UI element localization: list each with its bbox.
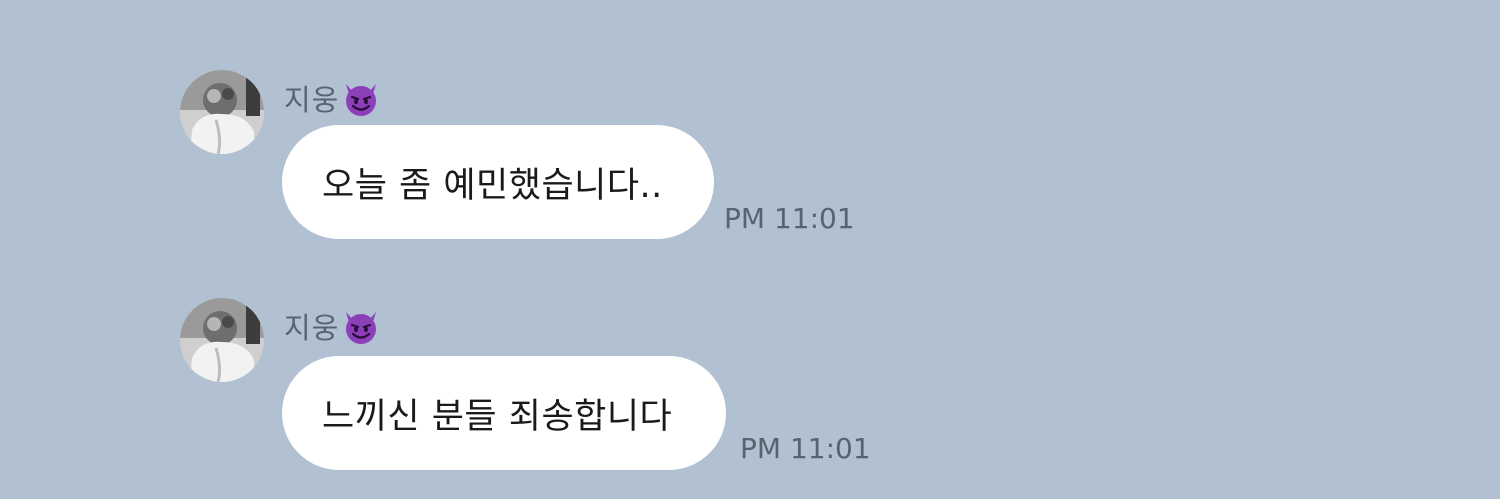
smiling-devil-icon xyxy=(341,306,381,346)
message-bubble[interactable]: 느끼신 분들 죄송합니다 xyxy=(282,356,726,470)
sender-name: 지웅 xyxy=(284,311,340,345)
message-bubble[interactable]: 오늘 좀 예민했습니다.. xyxy=(282,125,714,239)
avatar[interactable] xyxy=(180,298,264,382)
sender-name: 지웅 xyxy=(284,83,340,117)
message-timestamp: PM 11:01 xyxy=(724,202,855,235)
sender-label: 지웅 xyxy=(284,306,381,346)
message-text: 오늘 좀 예민했습니다.. xyxy=(322,165,663,206)
avatar[interactable] xyxy=(180,70,264,154)
chat-area: 지웅 오늘 좀 예민했습니다.. PM 11:01 지웅 느끼신 분들 죄송합니… xyxy=(0,0,1500,499)
message-timestamp: PM 11:01 xyxy=(740,432,871,465)
sender-label: 지웅 xyxy=(284,78,381,118)
message-text: 느끼신 분들 죄송합니다 xyxy=(322,396,673,437)
smiling-devil-icon xyxy=(341,78,381,118)
